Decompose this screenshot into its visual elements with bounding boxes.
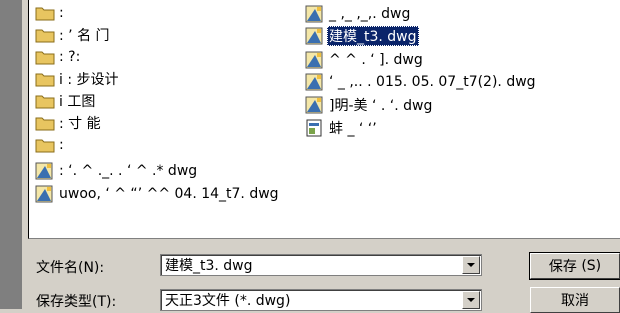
filename-hotkey: (N): — [78, 260, 105, 276]
folder-icon — [35, 73, 55, 87]
list-item-label: : — [59, 137, 64, 153]
filetype-value: 天正3文件 (*. dwg) — [165, 293, 291, 309]
file-list-view[interactable]: : : ’ 名 门 : ?: i : 步设计 i 工图 : 寸 能 : : ‘.… — [28, 0, 620, 239]
list-item-label: : ‘. ^ ._. . ‘ ^ .* dwg — [59, 163, 198, 179]
list-item-dwg-file[interactable]: uwoo, ‘ ^ “’ ^^ 04. 14_t7. dwg — [35, 183, 281, 205]
cancel-button[interactable]: 取消 — [530, 287, 620, 313]
list-item-label: _ ,_ ,_,. dwg — [329, 6, 411, 22]
chevron-down-icon[interactable] — [462, 291, 480, 309]
chevron-down-icon[interactable] — [462, 256, 480, 274]
save-button[interactable]: 保存 (S) — [529, 252, 620, 280]
list-item-label: i 工图 — [59, 94, 96, 110]
list-item-folder[interactable]: : ’ 名 门 — [35, 24, 112, 46]
list-item-folder[interactable]: : — [35, 2, 66, 24]
filename-combobox[interactable]: 建模_t3. dwg — [160, 254, 482, 276]
dwg-file-icon — [305, 73, 323, 91]
side-panel-strip — [0, 0, 22, 309]
list-item-dwg-file[interactable]: ‘ _ ,.. . 015. 05. 07_t7(2). dwg — [305, 71, 538, 93]
list-item-label: ^ ^ . ‘ ]. dwg — [329, 52, 423, 68]
save-hotkey: (S) — [581, 258, 602, 274]
dwg-file-icon — [305, 51, 323, 69]
list-item-label: ‘ _ ,.. . 015. 05. 07_t7(2). dwg — [329, 74, 536, 90]
dwg-file-icon — [35, 185, 53, 203]
list-item-label: : — [59, 5, 64, 21]
list-item-dwg-file[interactable]: ]明-美 ‘ . ‘. dwg — [305, 94, 434, 116]
list-item-file[interactable]: 蚌 _ ‘ ‘’ — [305, 117, 379, 139]
filetype-hotkey: (T): — [92, 294, 117, 310]
dwg-file-icon — [35, 162, 53, 180]
list-item-folder[interactable]: : 寸 能 — [35, 112, 103, 134]
folder-icon — [35, 139, 55, 153]
list-item-label: 建模_t3. dwg — [327, 26, 419, 46]
list-item-folder[interactable]: : ?: — [35, 46, 82, 68]
filename-label: 文件名(N): — [36, 260, 105, 276]
list-item-label: : ?: — [59, 49, 81, 65]
folder-icon — [35, 95, 55, 109]
list-item-folder[interactable]: i : 步设计 — [35, 68, 121, 90]
list-item-folder[interactable]: : — [35, 134, 66, 156]
filetype-combobox[interactable]: 天正3文件 (*. dwg) — [160, 289, 482, 311]
filename-value: 建模_t3. dwg — [165, 258, 253, 274]
filetype-label: 保存类型(T): — [36, 294, 117, 310]
list-item-label: : ’ 名 门 — [59, 28, 110, 44]
folder-icon — [35, 51, 55, 65]
list-item-label: uwoo, ‘ ^ “’ ^^ 04. 14_t7. dwg — [59, 186, 279, 202]
list-item-label: : 寸 能 — [59, 116, 101, 132]
folder-icon — [35, 29, 55, 43]
list-item-folder[interactable]: i 工图 — [35, 90, 97, 112]
dwg-file-icon — [305, 96, 323, 114]
dwg-file-icon — [305, 5, 323, 23]
list-item-label: 蚌 _ ‘ ‘’ — [329, 121, 377, 137]
folder-icon — [35, 7, 55, 21]
list-item-label: ]明-美 ‘ . ‘. dwg — [329, 98, 433, 114]
list-item-dwg-file[interactable]: _ ,_ ,_,. dwg — [305, 3, 412, 25]
list-item-dwg-file[interactable]: : ‘. ^ ._. . ‘ ^ .* dwg — [35, 160, 199, 182]
dwg-file-icon — [305, 27, 323, 45]
document-icon — [306, 119, 322, 137]
folder-icon — [35, 117, 55, 131]
list-item-label: i : 步设计 — [59, 72, 119, 88]
list-item-dwg-file[interactable]: ^ ^ . ‘ ]. dwg — [305, 49, 425, 71]
save-dialog-controls: 文件名(N): 建模_t3. dwg 保存 (S) 保存类型(T): 天正3文件… — [28, 239, 620, 313]
list-item-dwg-file-selected[interactable]: 建模_t3. dwg — [305, 25, 419, 47]
